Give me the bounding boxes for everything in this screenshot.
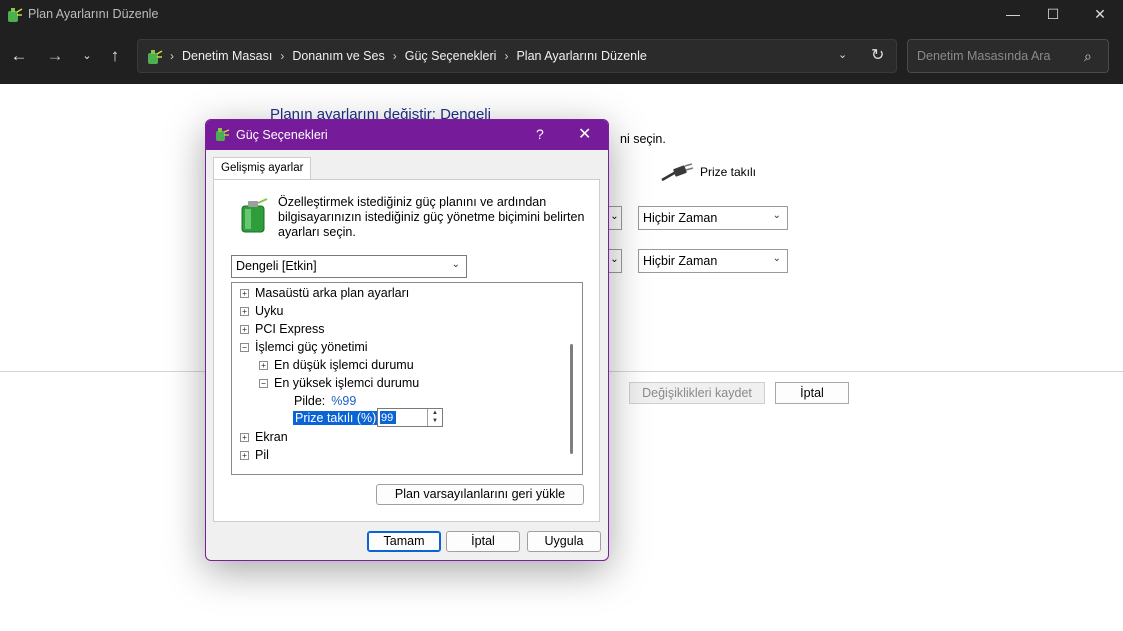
tree-item-label: En yüksek işlemci durumu — [274, 376, 420, 390]
tree-item-pci-express[interactable]: + PCI Express — [240, 320, 324, 338]
battery-icon — [241, 198, 268, 233]
tree-item-label: Pil — [255, 448, 269, 462]
stepper-up-arrow-icon[interactable]: ▲ — [428, 409, 442, 417]
save-changes-button[interactable]: Değişiklikleri kaydet — [629, 382, 765, 404]
plugged-in-setting-label: Prize takılı (%): — [293, 411, 382, 425]
battery-select-stub[interactable]: ⌄ — [608, 206, 622, 230]
tab-advanced-settings[interactable]: Gelişmiş ayarlar — [213, 157, 312, 180]
tree-item-label: Ekran — [255, 430, 288, 444]
plugged-in-sleep-value: Hiçbir Zaman — [643, 254, 718, 268]
ok-button[interactable]: Tamam — [367, 531, 441, 552]
cancel-button[interactable]: İptal — [775, 382, 849, 404]
tree-item-label: Masaüstü arka plan ayarları — [255, 286, 410, 300]
dialog-titlebar: Güç Seçenekleri ? ✕ — [206, 120, 608, 150]
search-input[interactable] — [908, 40, 1078, 72]
address-dropdown-chevron-icon[interactable]: ⌄ — [838, 48, 847, 61]
help-icon[interactable]: ? — [536, 126, 544, 142]
tree-item-on-battery[interactable]: Pilde: %99 — [294, 392, 356, 410]
maximize-button[interactable]: ☐ — [1030, 0, 1076, 30]
dialog-title: Güç Seçenekleri — [236, 128, 328, 142]
chevron-down-icon: ⌄ — [772, 210, 781, 221]
plugged-in-display-select[interactable]: Hiçbir Zaman ⌄ — [638, 206, 788, 230]
close-icon[interactable]: ✕ — [578, 124, 591, 144]
tree-item-sleep[interactable]: + Uyku — [240, 302, 283, 320]
expand-icon[interactable]: + — [240, 432, 249, 442]
refresh-icon[interactable]: ↻ — [871, 45, 884, 65]
tree-item-label: İşlemci güç yönetimi — [255, 340, 368, 354]
battery-select-stub[interactable]: ⌄ — [608, 249, 622, 273]
tree-scrollbar[interactable] — [570, 344, 573, 454]
expand-icon[interactable]: + — [259, 360, 268, 370]
control-panel-icon — [8, 8, 23, 22]
back-arrow-icon[interactable]: ← — [6, 43, 32, 69]
breadcrumb-item-edit-plan-settings[interactable]: Plan Ayarlarını Düzenle — [516, 49, 646, 63]
restore-plan-defaults-button[interactable]: Plan varsayılanlarını geri yükle — [376, 484, 584, 505]
collapse-icon[interactable]: − — [259, 378, 268, 388]
chevron-down-icon: ⌄ — [772, 253, 781, 264]
plugged-in-value-input[interactable] — [380, 411, 424, 425]
cancel-button[interactable]: İptal — [446, 531, 520, 552]
tree-item-processor-power[interactable]: − İşlemci güç yönetimi — [240, 338, 368, 356]
tree-item-desktop-background[interactable]: + Masaüstü arka plan ayarları — [240, 284, 409, 302]
stepper-buttons: ▲ ▼ — [427, 409, 442, 426]
tree-item-display[interactable]: + Ekran — [240, 428, 288, 446]
expand-icon[interactable]: + — [240, 288, 249, 298]
tree-item-label: En düşük işlemci durumu — [274, 358, 414, 372]
collapse-icon[interactable]: − — [240, 342, 249, 352]
apply-button[interactable]: Uygula — [527, 531, 601, 552]
page-subtext: ni seçin. — [620, 132, 666, 146]
address-bar[interactable]: › Denetim Masası › Donanım ve Ses › Güç … — [137, 39, 897, 73]
breadcrumb-item-power-options[interactable]: Güç Seçenekleri — [405, 49, 497, 63]
tree-item-label: Uyku — [255, 304, 284, 318]
plugged-in-value-stepper[interactable]: ▲ ▼ — [377, 408, 443, 427]
power-options-icon — [216, 128, 230, 141]
breadcrumb-separator-icon[interactable]: › — [504, 49, 508, 63]
tree-item-min-processor-state[interactable]: + En düşük işlemci durumu — [259, 356, 414, 374]
search-icon[interactable]: ⌕ — [1084, 48, 1092, 65]
tree-item-plugged-in[interactable]: Prize takılı (%): — [293, 409, 382, 427]
advanced-settings-panel: Özelleştirmek istediğiniz güç planını ve… — [213, 179, 600, 522]
close-button[interactable]: ✕ — [1077, 0, 1123, 30]
breadcrumb-separator-icon[interactable]: › — [393, 49, 397, 63]
plugged-in-sleep-select[interactable]: Hiçbir Zaman ⌄ — [638, 249, 788, 273]
search-box[interactable]: ⌕ — [907, 39, 1109, 73]
plan-select[interactable]: Dengeli [Etkin] ⌄ — [231, 255, 467, 278]
expand-icon[interactable]: + — [240, 324, 249, 334]
tree-item-battery[interactable]: + Pil — [240, 446, 269, 464]
breadcrumb-separator-icon: › — [170, 49, 174, 63]
forward-arrow-icon[interactable]: → — [42, 43, 68, 69]
up-arrow-icon[interactable]: ↑ — [102, 43, 128, 69]
dialog-description: Özelleştirmek istediğiniz güç planını ve… — [278, 195, 585, 239]
plugged-in-display-value: Hiçbir Zaman — [643, 211, 718, 225]
tree-item-max-processor-state[interactable]: − En yüksek işlemci durumu — [259, 374, 419, 392]
breadcrumb: › Denetim Masası › Donanım ve Ses › Güç … — [170, 49, 647, 63]
plugged-in-label: Prize takılı — [700, 165, 757, 179]
on-battery-label: Pilde: — [294, 394, 326, 408]
expand-icon[interactable]: + — [240, 450, 249, 460]
settings-tree[interactable]: + Masaüstü arka plan ayarları + Uyku + P… — [231, 282, 583, 475]
breadcrumb-item-control-panel[interactable]: Denetim Masası — [182, 49, 272, 63]
tree-item-label: PCI Express — [255, 322, 325, 336]
breadcrumb-item-hardware-sound[interactable]: Donanım ve Ses — [292, 49, 384, 63]
recent-locations-chevron-icon[interactable]: ⌄ — [74, 43, 100, 69]
stepper-down-arrow-icon[interactable]: ▼ — [428, 417, 442, 425]
navigation-bar: ← → ⌄ ↑ › Denetim Masası › Donanım ve Se… — [0, 30, 1123, 84]
plugged-in-column-header: Prize takılı — [660, 162, 756, 182]
expand-icon[interactable]: + — [240, 306, 249, 316]
on-battery-value[interactable]: %99 — [331, 394, 356, 408]
control-panel-icon — [148, 50, 163, 64]
plan-select-value: Dengeli [Etkin] — [236, 259, 317, 273]
power-plug-icon — [661, 163, 694, 182]
window-titlebar: Plan Ayarlarını Düzenle — ☐ ✕ — [0, 0, 1123, 30]
window-title: Plan Ayarlarını Düzenle — [28, 7, 159, 21]
breadcrumb-separator-icon[interactable]: › — [280, 49, 284, 63]
power-options-dialog: Güç Seçenekleri ? ✕ Gelişmiş ayarlar Öze… — [205, 119, 609, 561]
chevron-down-icon: ⌄ — [451, 259, 460, 270]
